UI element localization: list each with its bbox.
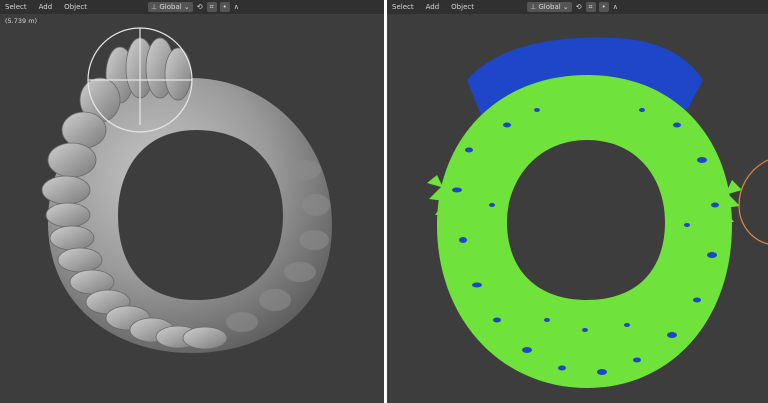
transform-gizmo[interactable] (87, 27, 193, 133)
weight-paint-torus[interactable] (427, 75, 742, 388)
right-viewport[interactable]: Select Add Object ⊥ Global ⌄ ⟲ ⌗ • ∧ (387, 0, 768, 403)
viewport-scene[interactable] (387, 0, 768, 403)
viewport-scene[interactable] (0, 0, 384, 403)
torus-mesh[interactable] (41, 37, 332, 353)
left-viewport[interactable]: Select Add Object ⊥ Global ⌄ ⟲ ⌗ • ∧ (5.… (0, 0, 384, 403)
selection-outline (738, 159, 768, 245)
